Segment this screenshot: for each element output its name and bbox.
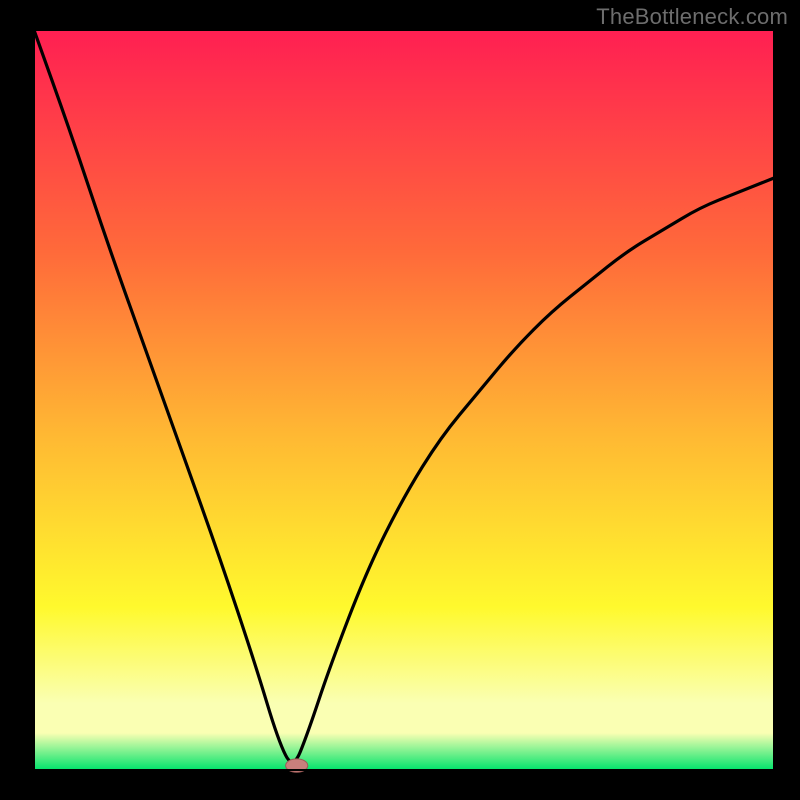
gradient-background [34, 30, 774, 770]
watermark-text: TheBottleneck.com [596, 4, 788, 30]
bottleneck-chart [0, 0, 800, 800]
chart-stage: TheBottleneck.com [0, 0, 800, 800]
